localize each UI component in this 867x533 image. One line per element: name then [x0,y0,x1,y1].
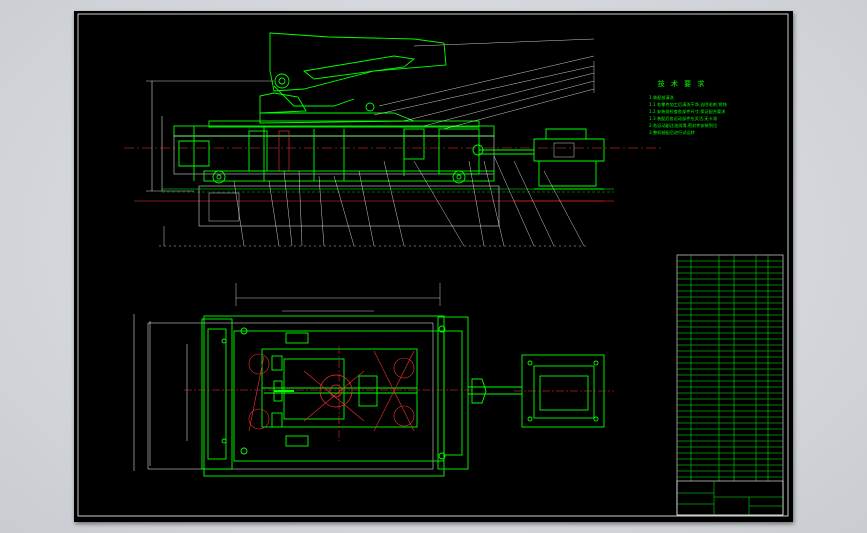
tech-req-line: 3.整机装配后进行试运转 [649,129,695,136]
tech-req-line: 1.3 装配后各运动部件应灵活,无卡滞 [649,115,717,122]
parts-list-table [676,254,784,516]
assembly-drawing: 技 术 要 求 1.装配前清洗 1.1 各零件加工后清洗干净,去除毛刺,锈蚀 1… [77,13,789,517]
tech-req-line: 2.各运动副注油润滑,密封件安装到位 [649,122,717,129]
tech-req-line: 1.装配前清洗 [649,94,675,101]
tech-requirements-block: 技 术 要 求 1.装配前清洗 1.1 各零件加工后清洗干净,去除毛刺,锈蚀 1… [649,79,727,136]
tech-req-line: 1.1 各零件加工后清洗干净,去除毛刺,锈蚀 [649,101,727,108]
tech-requirements-title: 技 术 要 求 [658,79,707,88]
front-view [124,32,664,247]
drawing-sheet[interactable]: 技 术 要 求 1.装配前清洗 1.1 各零件加工后清洗干净,去除毛刺,锈蚀 1… [74,11,793,522]
tech-req-line: 1.2 安装前检查各部件尺寸,保证配合要求 [649,108,726,115]
top-view [133,283,614,477]
